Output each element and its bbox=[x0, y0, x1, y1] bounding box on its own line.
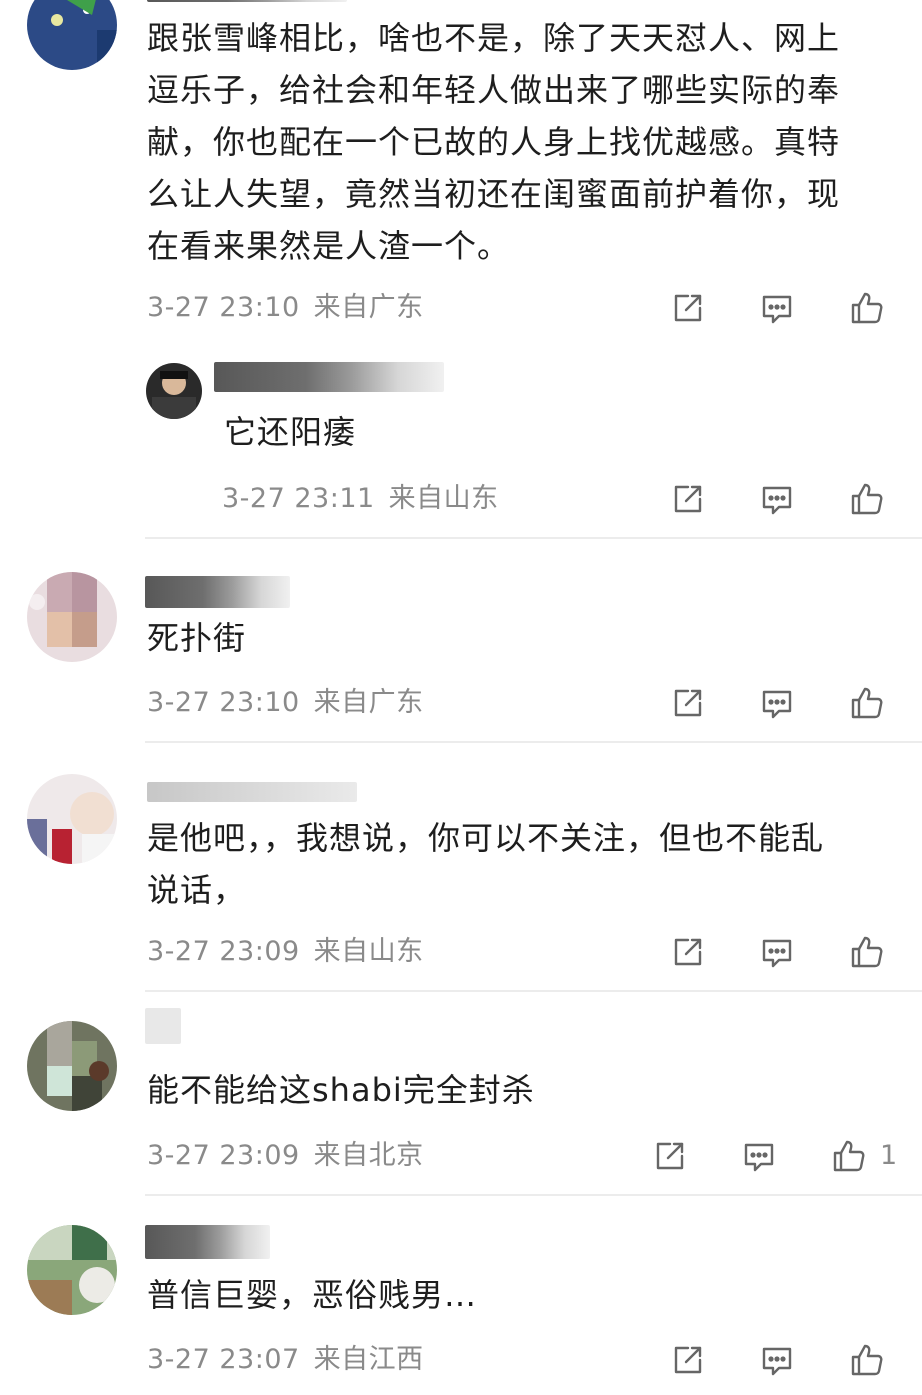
share-button[interactable] bbox=[668, 288, 708, 328]
share-icon bbox=[674, 485, 702, 513]
comment-meta: 3-27 23:09 来自北京 bbox=[147, 1136, 424, 1176]
comment-item: 能不能给这shabi完全封杀 3-27 23:09 来自北京 1 bbox=[0, 993, 922, 1195]
share-icon bbox=[674, 294, 702, 322]
username-blurred bbox=[145, 576, 290, 608]
comment-time: 3-27 23:09 bbox=[147, 1140, 300, 1171]
comment-item: 是他吧，，我想说，你可以不关注，但也不能乱 说话， 3-27 23:09 来自山东 bbox=[0, 744, 922, 992]
comment-button[interactable] bbox=[739, 1136, 779, 1176]
comment-icon bbox=[762, 486, 792, 515]
comment-time: 3-27 23:10 bbox=[147, 687, 300, 718]
reply-share-button[interactable] bbox=[668, 479, 708, 519]
avatar[interactable] bbox=[27, 1021, 117, 1111]
comment-icon bbox=[762, 1347, 792, 1376]
like-count: 1 bbox=[880, 1140, 898, 1171]
comment-time: 3-27 23:09 bbox=[147, 936, 300, 967]
share-icon bbox=[674, 1346, 702, 1374]
comment-location: 来自江西 bbox=[313, 1344, 424, 1375]
like-icon bbox=[833, 1140, 865, 1172]
comment-meta: 3-27 23:09 来自山东 bbox=[147, 932, 424, 972]
like-button[interactable] bbox=[847, 1340, 887, 1380]
comment-time: 3-27 23:10 bbox=[147, 292, 300, 323]
reply-time: 3-27 23:11 bbox=[222, 483, 375, 514]
share-icon bbox=[656, 1142, 684, 1170]
comment-item: 普信巨婴，恶俗贱男… 3-27 23:07 来自江西 bbox=[0, 1197, 922, 1395]
comment-location: 来自北京 bbox=[313, 1140, 424, 1171]
like-button[interactable] bbox=[847, 683, 887, 723]
like-button[interactable] bbox=[847, 288, 887, 328]
comment-location: 来自山东 bbox=[313, 936, 424, 967]
share-icon bbox=[674, 689, 702, 717]
comment-location: 来自广东 bbox=[313, 292, 424, 323]
reply-username-blurred bbox=[214, 362, 444, 392]
divider bbox=[145, 990, 922, 992]
like-icon bbox=[851, 936, 883, 968]
reply-comment-button[interactable] bbox=[757, 479, 797, 519]
comment-button[interactable] bbox=[757, 683, 797, 723]
like-icon bbox=[851, 687, 883, 719]
comment-item: 死扑街 3-27 23:10 来自广东 bbox=[0, 540, 922, 742]
username-blurred bbox=[147, 782, 357, 802]
avatar[interactable] bbox=[27, 1225, 117, 1315]
reply-like-button[interactable] bbox=[847, 479, 887, 519]
share-icon bbox=[674, 938, 702, 966]
comment-icon bbox=[762, 690, 792, 719]
divider bbox=[145, 741, 922, 743]
comment-button[interactable] bbox=[757, 288, 797, 328]
share-button[interactable] bbox=[650, 1136, 690, 1176]
comment-text: 跟张雪峰相比，啥也不是，除了天天怼人、网上 逗乐子，给社会和年轻人做出来了哪些实… bbox=[147, 19, 841, 265]
avatar[interactable] bbox=[27, 0, 117, 70]
reply-text: 它还阳痿 bbox=[224, 413, 357, 451]
reply-meta: 3-27 23:11 来自山东 bbox=[222, 479, 499, 519]
comment-text: 是他吧，，我想说，你可以不关注，但也不能乱 说话， bbox=[147, 819, 825, 909]
share-button[interactable] bbox=[668, 1340, 708, 1380]
share-button[interactable] bbox=[668, 683, 708, 723]
reply-avatar[interactable] bbox=[146, 363, 202, 419]
like-button[interactable] bbox=[829, 1136, 869, 1176]
divider bbox=[145, 537, 922, 539]
comment-icon bbox=[762, 939, 792, 968]
comment-meta: 3-27 23:10 来自广东 bbox=[147, 288, 424, 328]
reply-location: 来自山东 bbox=[388, 483, 499, 514]
comment-meta: 3-27 23:07 来自江西 bbox=[147, 1340, 424, 1380]
comment-text: 能不能给这shabi完全封杀 bbox=[147, 1071, 535, 1109]
comment-meta: 3-27 23:10 来自广东 bbox=[147, 683, 424, 723]
username-blurred bbox=[145, 1225, 270, 1259]
like-icon bbox=[851, 483, 883, 515]
comment-item: 跟张雪峰相比，啥也不是，除了天天怼人、网上 逗乐子，给社会和年轻人做出来了哪些实… bbox=[0, 0, 922, 540]
share-button[interactable] bbox=[668, 932, 708, 972]
like-button[interactable] bbox=[847, 932, 887, 972]
comment-button[interactable] bbox=[757, 1340, 797, 1380]
username-blurred bbox=[147, 0, 347, 2]
comment-time: 3-27 23:07 bbox=[147, 1344, 300, 1375]
comment-text: 死扑街 bbox=[147, 619, 247, 657]
like-icon bbox=[851, 1344, 883, 1376]
like-icon bbox=[851, 292, 883, 324]
avatar[interactable] bbox=[27, 774, 117, 864]
comment-location: 来自广东 bbox=[313, 687, 424, 718]
comment-button[interactable] bbox=[757, 932, 797, 972]
divider bbox=[145, 1194, 922, 1196]
comment-icon bbox=[762, 295, 792, 324]
username-blurred bbox=[145, 1008, 181, 1044]
comment-text: 普信巨婴，恶俗贱男… bbox=[147, 1276, 478, 1314]
avatar[interactable] bbox=[27, 572, 117, 662]
comment-icon bbox=[744, 1143, 774, 1172]
